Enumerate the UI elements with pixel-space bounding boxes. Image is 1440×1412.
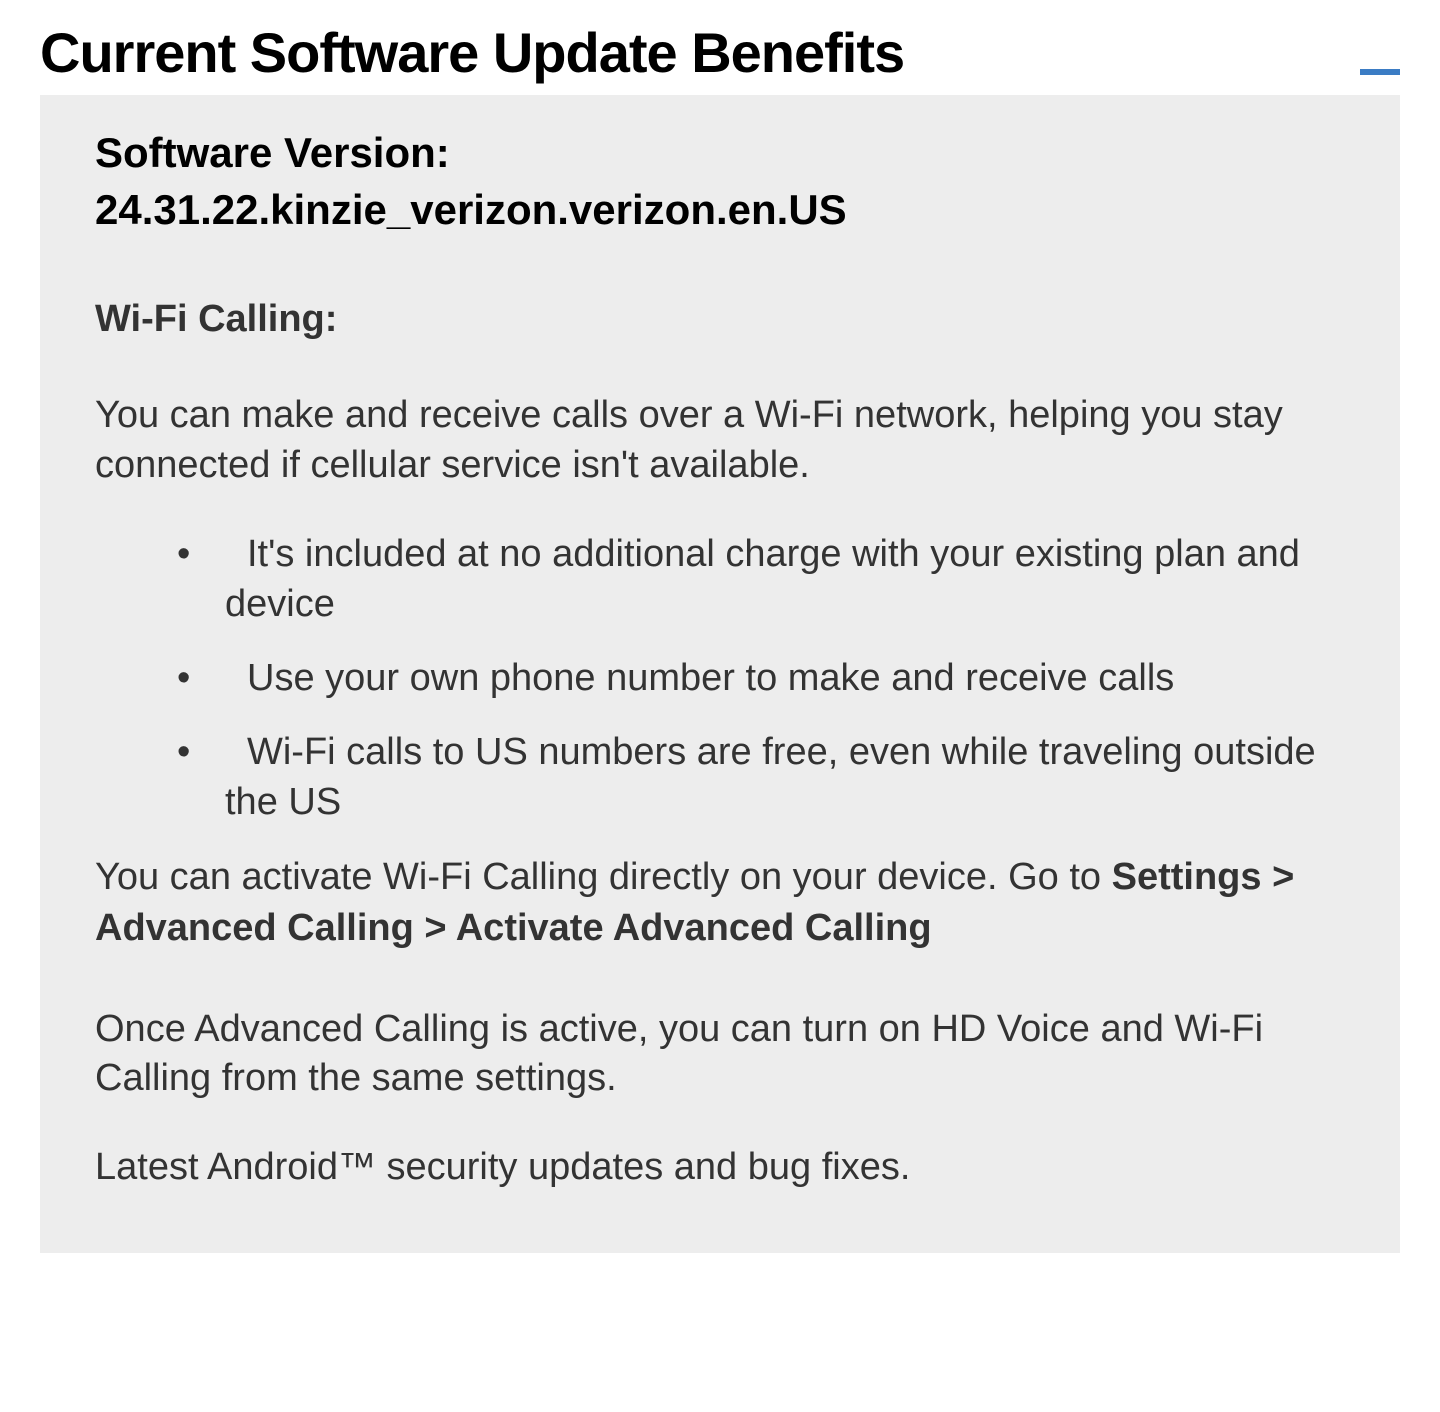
- intro-paragraph: You can make and receive calls over a Wi…: [95, 391, 1345, 490]
- security-updates-text: Latest Android™ security updates and bug…: [95, 1143, 1345, 1192]
- activate-prefix: You can activate Wi-Fi Calling directly …: [95, 856, 1112, 898]
- list-item: Use your own phone number to make and re…: [155, 654, 1345, 703]
- list-item: It's included at no additional charge wi…: [155, 530, 1345, 629]
- content-panel: Software Version: 24.31.22.kinzie_verizo…: [40, 95, 1400, 1253]
- collapse-icon[interactable]: [1360, 69, 1400, 75]
- feature-list: It's included at no additional charge wi…: [95, 530, 1345, 827]
- version-label: Software Version:: [95, 129, 450, 176]
- version-value: 24.31.22.kinzie_verizon.verizon.en.US: [95, 186, 847, 233]
- list-item: Wi-Fi calls to US numbers are free, even…: [155, 728, 1345, 827]
- wifi-calling-heading: Wi-Fi Calling:: [95, 298, 1345, 341]
- hdvoice-paragraph: Once Advanced Calling is active, you can…: [95, 1005, 1345, 1104]
- software-version-heading: Software Version: 24.31.22.kinzie_verizo…: [95, 125, 1345, 238]
- activate-instructions: You can activate Wi-Fi Calling directly …: [95, 852, 1345, 955]
- accordion-header[interactable]: Current Software Update Benefits: [0, 0, 1440, 95]
- page-title: Current Software Update Benefits: [40, 20, 904, 85]
